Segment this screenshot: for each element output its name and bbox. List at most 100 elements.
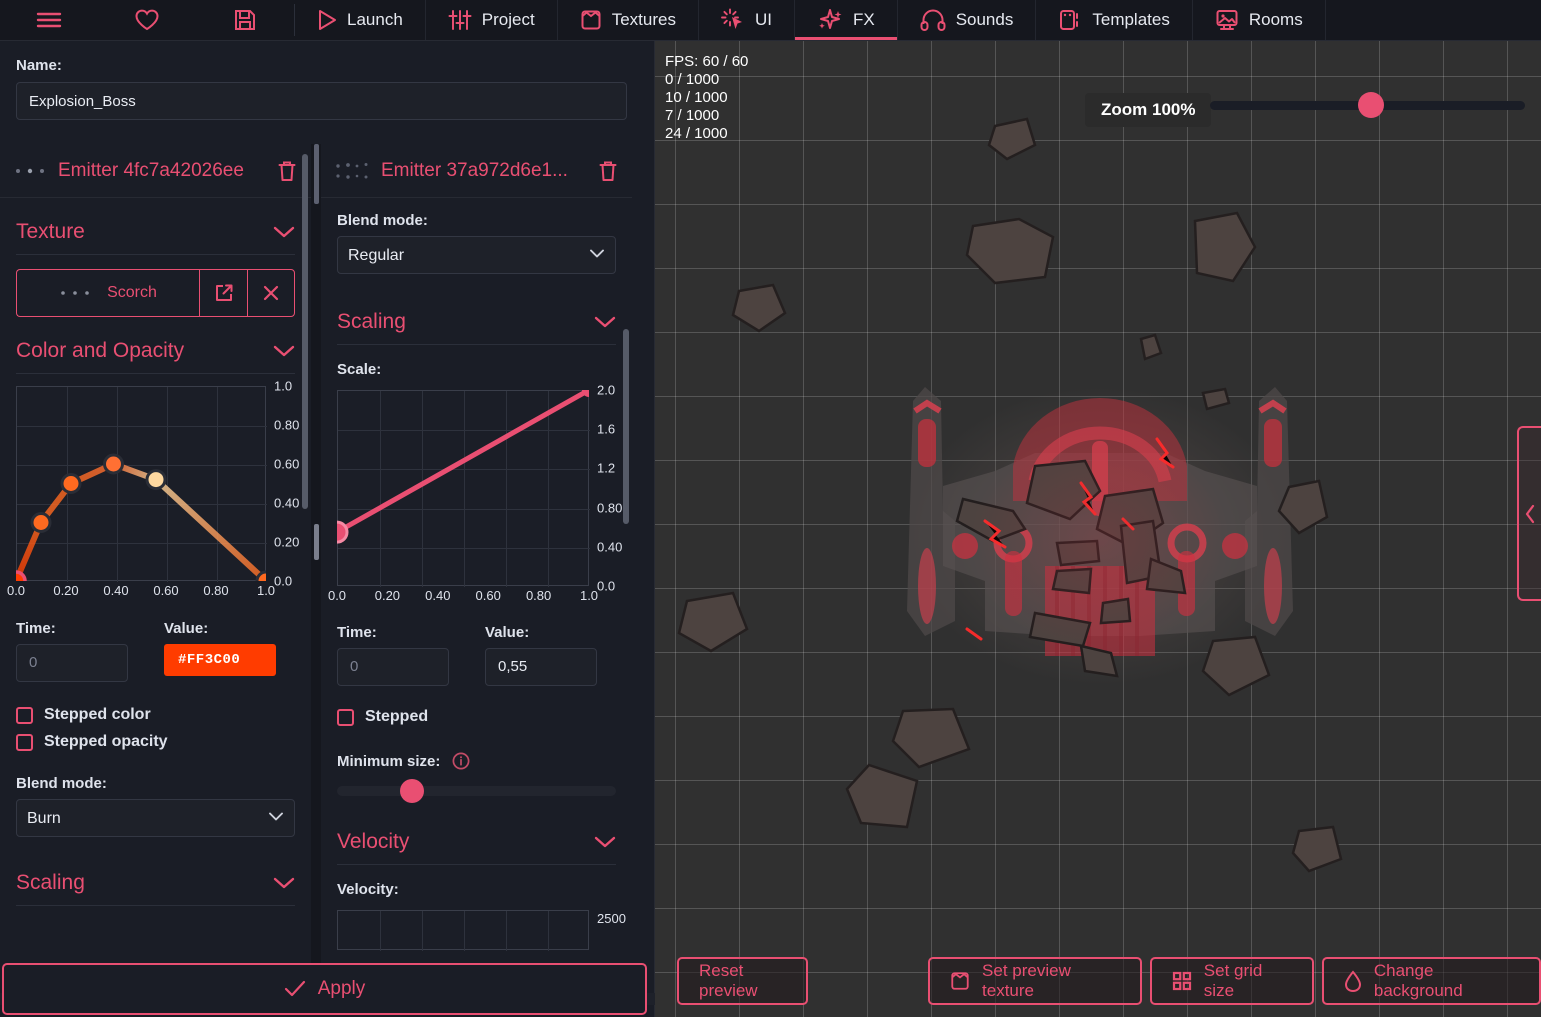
info-icon[interactable] [452,752,470,770]
tab-project[interactable]: Project [426,0,558,40]
x-tick: 1.0 [579,588,599,603]
stepped-color-row[interactable]: Stepped color [16,706,295,724]
chevron-down-icon[interactable] [594,835,616,849]
scale-graph[interactable]: 0.0 0.40 0.80 1.2 1.6 2.0 0.0 0.20 0.40 0.60 0.80… [328,383,622,606]
apply-button[interactable]: Apply [2,963,647,1015]
effect-name-input[interactable] [16,82,627,120]
effect-name-block: Name: [0,41,654,130]
resize-grip-secondary[interactable] [314,524,319,560]
tab-rooms[interactable]: Rooms [1193,0,1326,40]
graph-point-handle[interactable] [16,570,27,581]
tab-textures[interactable]: Textures [558,0,699,40]
tab-launch[interactable]: Launch [295,0,426,40]
tab-templates[interactable]: Templates [1036,0,1193,40]
stepped-row-b[interactable]: Stepped [337,708,616,726]
velocity-label: Velocity: [337,881,399,898]
emitter-b-scrollbar[interactable] [623,329,629,524]
x-tick: 0.60 [153,583,179,598]
emitter-a-scrollbar[interactable] [302,154,308,509]
fps-overlay: FPS: 60 / 60 0 / 1000 10 / 1000 7 / 1000… [665,53,749,142]
graph-point-handle[interactable] [103,453,124,475]
sliders-icon [448,9,472,31]
section-scaling-header-a[interactable]: Scaling [16,837,295,905]
template-icon [1058,8,1082,32]
open-texture-button[interactable] [199,269,247,317]
emitter-columns: Emitter 4fc7a42026ee Texture Scorch Colo… [0,144,655,980]
tab-ui[interactable]: UI [699,0,795,40]
texture-select-button[interactable]: Scorch [16,269,199,317]
graph-point-handle[interactable] [60,473,82,494]
delete-emitter-b-button[interactable] [598,160,618,182]
stepped-color-checkbox[interactable] [16,706,33,724]
color-value-swatch[interactable]: #FF3C00 [164,644,276,676]
scale-label: Scale: [337,361,382,378]
y-tick: 0.60 [274,456,300,472]
texture-icon [580,9,602,31]
tab-sounds[interactable]: Sounds [898,0,1037,40]
fx-preview-canvas[interactable]: FPS: 60 / 60 0 / 1000 10 / 1000 7 / 1000… [655,41,1541,1017]
fx-editor-panel: Name: Emitter 4fc7a42026ee Texture [0,41,655,1017]
reset-preview-label: Reset preview [699,961,758,1000]
color-opacity-graph[interactable]: 0.0 0.20 0.40 0.60 0.80 1.0 0.0 0.20 0.40 0.60 0.… [7,379,299,600]
zoom-slider-knob[interactable] [1358,92,1384,118]
grid-icon [1172,971,1192,991]
delete-emitter-a-button[interactable] [277,160,297,182]
chevron-down-icon[interactable] [273,344,295,358]
favorites-button[interactable] [98,0,196,40]
graph-point-handle[interactable] [30,512,52,533]
y-tick: 0.80 [597,500,623,516]
clear-texture-button[interactable] [247,269,295,317]
set-preview-texture-button[interactable]: Set preview texture [928,957,1142,1005]
stepped-label-b: Stepped [365,708,429,725]
column-resize-divider[interactable] [311,144,321,980]
set-grid-size-button[interactable]: Set grid size [1149,957,1314,1005]
zoom-slider[interactable] [1210,92,1525,118]
chevron-down-icon[interactable] [594,315,616,329]
chevron-down-icon[interactable] [273,876,295,890]
divider [337,864,616,865]
minimum-size-slider-knob[interactable] [400,779,424,803]
time-input[interactable]: 0 [16,644,128,682]
tab-fx[interactable]: FX [794,0,898,40]
drag-handle-dots-icon[interactable] [335,160,371,182]
value-label-b: Value: [485,624,530,641]
graph-point-handle[interactable] [145,469,167,491]
velocity-graph[interactable]: 2500 [337,910,626,951]
preview-toolbar: Reset preview Set preview texture Set gr… [655,945,1541,1017]
name-label: Name: [16,57,62,74]
save-button[interactable] [196,0,294,40]
texture-icon [950,971,970,991]
stepped-checkbox-b[interactable] [337,708,354,726]
time-label: Time: [16,620,56,637]
value-input-b[interactable]: 0,55 [485,648,597,686]
section-velocity-header[interactable]: Velocity [337,796,616,864]
section-scaling-header-b[interactable]: Scaling [337,274,616,344]
reset-preview-button[interactable]: Reset preview [677,957,809,1005]
minimum-size-slider[interactable] [337,779,616,803]
resize-grip[interactable] [314,144,319,204]
stepped-opacity-row[interactable]: Stepped opacity [16,733,295,751]
x-tick: 0.20 [53,583,79,598]
emitter-a-header: Emitter 4fc7a42026ee [0,144,311,198]
stepped-opacity-checkbox[interactable] [16,733,33,751]
section-color-opacity-header[interactable]: Color and Opacity [16,317,295,373]
drag-handle-dots-icon[interactable] [14,166,48,176]
emitter-a-body: Texture Scorch Color and Opacity 0.0 0.2… [0,198,311,906]
chevron-down-icon[interactable] [273,225,295,239]
y-tick: 1.2 [597,460,616,476]
blend-mode-select-b[interactable]: RegularBurnAddMultiplyScreen [337,236,616,274]
graph-point-handle[interactable] [337,520,349,544]
room-image-icon [1215,8,1239,32]
menu-button[interactable] [0,0,98,40]
change-background-button[interactable]: Change background [1321,957,1541,1005]
blend-mode-select-a[interactable]: BurnRegularAddMultiplyScreen [16,799,295,837]
apply-bar: Apply [0,961,655,1017]
collapse-right-panel-button[interactable] [1517,426,1541,601]
y-tick: 1.6 [597,421,616,437]
y-tick: 0.0 [597,578,616,594]
velocity-max-label: 2500 [597,911,626,926]
graph-segment [153,476,266,581]
time-input-b[interactable]: 0 [337,648,449,686]
section-texture-header[interactable]: Texture [16,198,295,254]
section-velocity-title: Velocity [337,830,410,853]
